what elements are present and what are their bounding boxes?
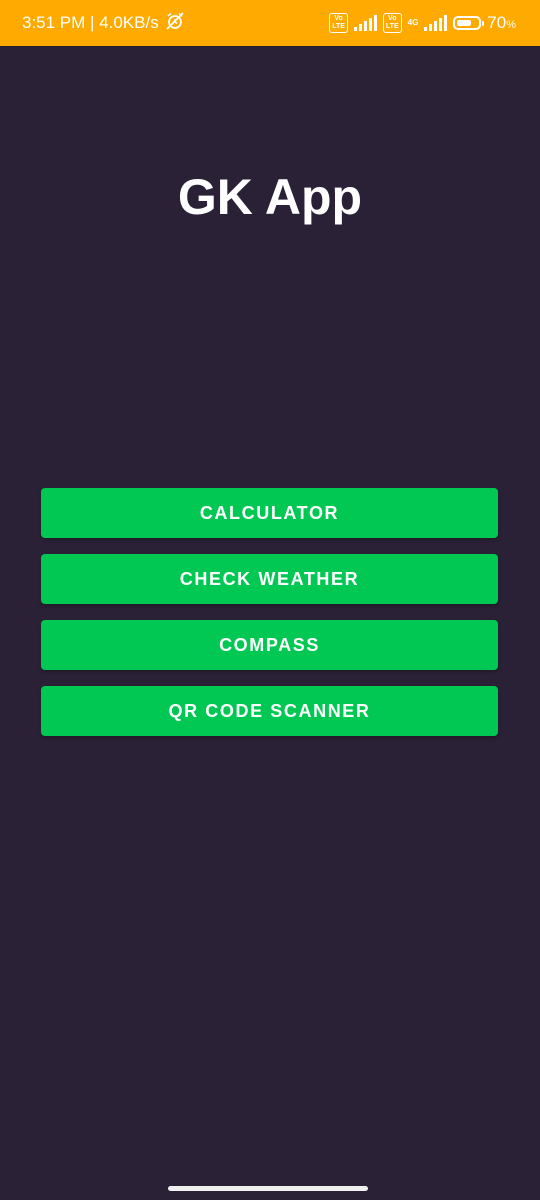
network-type-label: 4G (407, 18, 419, 27)
volte-badge-sim1: Vo LTE (329, 13, 348, 33)
qr-code-scanner-button[interactable]: QR CODE SCANNER (41, 686, 498, 736)
battery-fill (457, 20, 472, 26)
calculator-button[interactable]: CALCULATOR (41, 488, 498, 538)
main-menu: CALCULATOR CHECK WEATHER COMPASS QR CODE… (41, 488, 498, 736)
status-bar: 3:51 PM | 4.0KB/s Vo LTE Vo LTE 4G 70% (0, 0, 540, 46)
signal-strength-icon-sim1 (353, 15, 377, 31)
signal-strength-icon-sim2 (424, 15, 448, 31)
battery-icon (453, 16, 485, 30)
check-weather-button[interactable]: CHECK WEATHER (41, 554, 498, 604)
volte-badge-sim2: Vo LTE (382, 13, 402, 33)
status-left: 3:51 PM | 4.0KB/s (22, 11, 185, 36)
gesture-nav-handle[interactable] (168, 1186, 368, 1191)
alarm-off-icon (165, 11, 185, 36)
app-title: GK App (177, 169, 363, 225)
status-right: Vo LTE Vo LTE 4G 70% (329, 13, 516, 33)
status-time-speed: 3:51 PM | 4.0KB/s (22, 13, 159, 32)
battery-percent: 70% (487, 13, 516, 32)
compass-button[interactable]: COMPASS (41, 620, 498, 670)
